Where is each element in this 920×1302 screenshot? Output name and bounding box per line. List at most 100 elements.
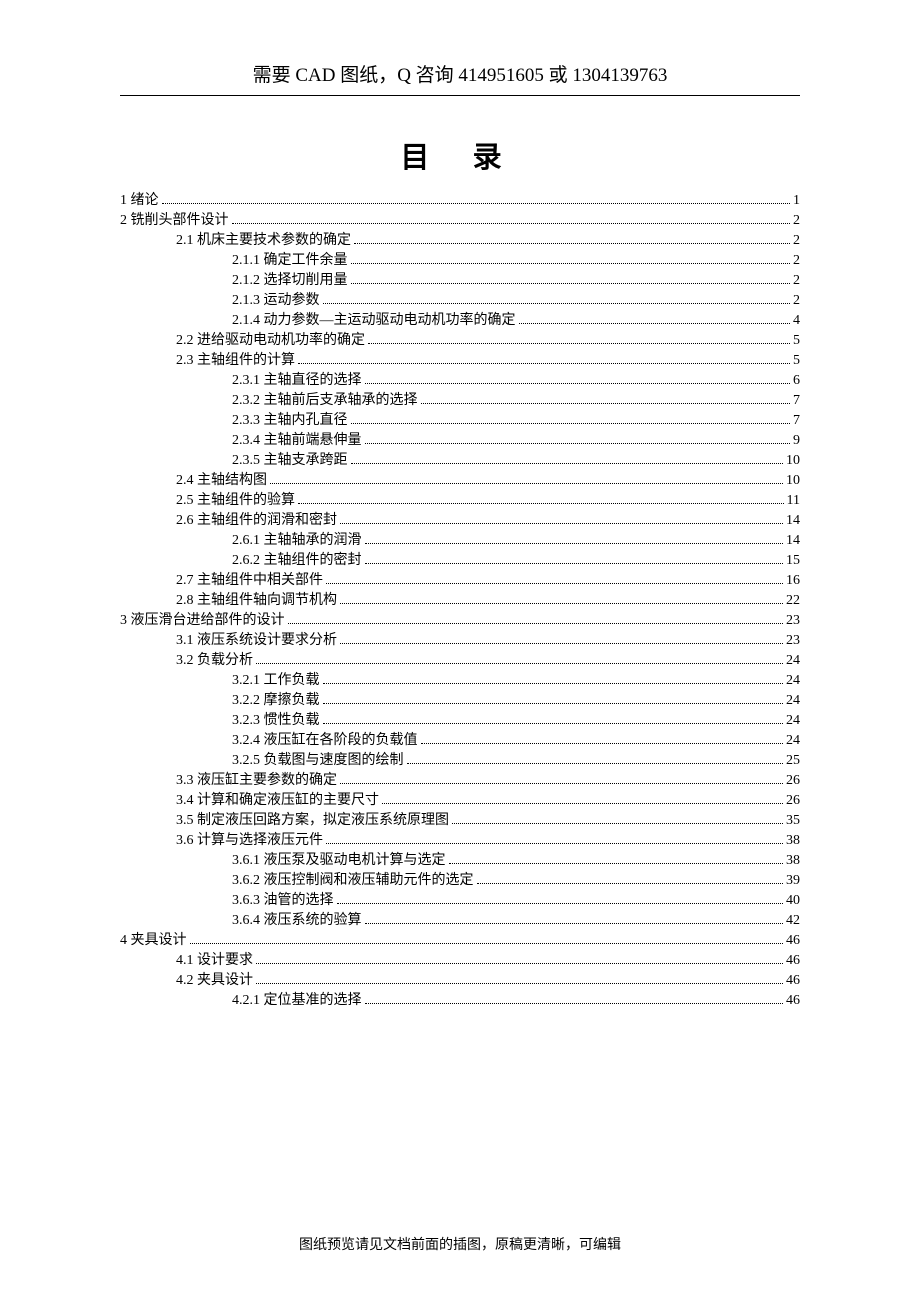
toc-leader-dots [256, 983, 783, 984]
toc-leader-dots [354, 243, 790, 244]
toc-entry-text: 2.7 主轴组件中相关部件 [176, 574, 323, 588]
toc-entry: 2.6 主轴组件的润滑和密封14 [120, 514, 800, 528]
toc-leader-dots [340, 783, 783, 784]
toc-entry: 2.1.3 运动参数 2 [120, 294, 800, 308]
toc-entry-text: 3 液压滑台进给部件的设计 [120, 614, 285, 628]
toc-entry: 3.4 计算和确定液压缸的主要尺寸26 [120, 794, 800, 808]
toc-entry-page: 10 [786, 474, 800, 488]
toc-entry-page: 14 [786, 514, 800, 528]
toc-entry-page: 24 [786, 694, 800, 708]
toc-leader-dots [190, 943, 784, 944]
toc-entry-text: 2.1 机床主要技术参数的确定 [176, 234, 351, 248]
toc-entry-page: 46 [786, 934, 800, 948]
toc-entry: 2.1.4 动力参数—主运动驱动电动机功率的确定4 [120, 314, 800, 328]
toc-entry-text: 2.6.1 主轴轴承的润滑 [232, 534, 362, 548]
toc-leader-dots [270, 483, 783, 484]
toc-entry-page: 24 [786, 654, 800, 668]
toc-leader-dots [351, 463, 784, 464]
toc-entry: 2.1.2 选择切削用量 2 [120, 274, 800, 288]
toc-leader-dots [326, 843, 783, 844]
toc-entry-text: 4 夹具设计 [120, 934, 187, 948]
toc-entry-page: 2 [793, 274, 800, 288]
toc-leader-dots [452, 823, 783, 824]
toc-leader-dots [519, 323, 791, 324]
toc-entry-text: 2.3.2 主轴前后支承轴承的选择 [232, 394, 418, 408]
page-header: 需要 CAD 图纸，Q 咨询 414951605 或 1304139763 [120, 60, 800, 96]
toc-entry-text: 3.6.4 液压系统的验算 [232, 914, 362, 928]
toc-entry: 2 铣削头部件设计2 [120, 214, 800, 228]
toc-entry: 3.6.3 油管的选择 40 [120, 894, 800, 908]
toc-entry-page: 46 [786, 974, 800, 988]
toc-entry-page: 42 [786, 914, 800, 928]
toc-entry: 4.2.1 定位基准的选择46 [120, 994, 800, 1008]
toc-entry-page: 1 [793, 194, 800, 208]
toc-entry-page: 5 [793, 334, 800, 348]
toc-leader-dots [421, 743, 784, 744]
toc-entry-page: 10 [786, 454, 800, 468]
toc-leader-dots [288, 623, 784, 624]
toc-entry-text: 2.1.1 确定工件余量 [232, 254, 348, 268]
toc-entry-page: 2 [793, 214, 800, 228]
toc-entry: 2.1 机床主要技术参数的确定2 [120, 234, 800, 248]
toc-entry-text: 4.2.1 定位基准的选择 [232, 994, 362, 1008]
toc-entry-page: 5 [793, 354, 800, 368]
toc-entry-page: 23 [786, 614, 800, 628]
toc-entry-text: 2.1.2 选择切削用量 [232, 274, 348, 288]
toc-entry-page: 9 [793, 434, 800, 448]
toc-entry: 3.6.4 液压系统的验算 42 [120, 914, 800, 928]
toc-entry: 2.3.4 主轴前端悬伸量 9 [120, 434, 800, 448]
toc-entry-text: 2.3.1 主轴直径的选择 [232, 374, 362, 388]
toc-entry: 2.8 主轴组件轴向调节机构22 [120, 594, 800, 608]
toc-leader-dots [365, 1003, 784, 1004]
toc-entry: 2.3 主轴组件的计算5 [120, 354, 800, 368]
toc-entry: 3.2.3 惯性负载24 [120, 714, 800, 728]
toc-entry: 2.3.1 主轴直径的选择 6 [120, 374, 800, 388]
toc-leader-dots [298, 503, 784, 504]
toc-entry-text: 3.1 液压系统设计要求分析 [176, 634, 337, 648]
toc-leader-dots [256, 963, 783, 964]
toc-entry-page: 46 [786, 954, 800, 968]
toc-entry: 3 液压滑台进给部件的设计 23 [120, 614, 800, 628]
toc-title: 目 录 [120, 134, 800, 176]
toc-entry-text: 3.6.3 油管的选择 [232, 894, 334, 908]
toc-leader-dots [162, 203, 791, 204]
toc-entry-page: 2 [793, 294, 800, 308]
toc-entry: 2.3.2 主轴前后支承轴承的选择7 [120, 394, 800, 408]
toc-entry: 2.3.5 主轴支承跨距10 [120, 454, 800, 468]
toc-leader-dots [368, 343, 790, 344]
toc-entry-page: 15 [786, 554, 800, 568]
toc-entry-page: 14 [786, 534, 800, 548]
toc-entry-page: 2 [793, 254, 800, 268]
toc-entry-text: 3.6.2 液压控制阀和液压辅助元件的选定 [232, 874, 474, 888]
toc-entry-text: 2.4 主轴结构图 [176, 474, 267, 488]
page-footer: 图纸预览请见文档前面的插图，原稿更清晰，可编辑 [0, 1234, 920, 1254]
toc-leader-dots [256, 663, 783, 664]
toc-entry-page: 26 [786, 774, 800, 788]
toc-entry: 2.6.2 主轴组件的密封15 [120, 554, 800, 568]
toc-entry-text: 3.2.5 负载图与速度图的绘制 [232, 754, 404, 768]
toc-entry-page: 40 [786, 894, 800, 908]
toc-entry-page: 24 [786, 734, 800, 748]
toc-entry-text: 2.1.3 运动参数 [232, 294, 320, 308]
toc-entry-page: 6 [793, 374, 800, 388]
toc-leader-dots [351, 423, 791, 424]
toc-entry-text: 2.3.4 主轴前端悬伸量 [232, 434, 362, 448]
toc-entry-text: 3.6.1 液压泵及驱动电机计算与选定 [232, 854, 446, 868]
toc-entry: 3.5 制定液压回路方案，拟定液压系统原理图35 [120, 814, 800, 828]
toc-entry-page: 38 [786, 854, 800, 868]
toc-entry: 2.4 主轴结构图 10 [120, 474, 800, 488]
toc-entry: 2.2 进给驱动电动机功率的确定5 [120, 334, 800, 348]
toc-leader-dots [365, 443, 791, 444]
toc-entry: 4.1 设计要求46 [120, 954, 800, 968]
toc-entry: 2.5 主轴组件的验算11 [120, 494, 800, 508]
toc-entry-text: 3.2.4 液压缸在各阶段的负载值 [232, 734, 418, 748]
toc-entry: 3.2 负载分析24 [120, 654, 800, 668]
toc-entry: 3.2.4 液压缸在各阶段的负载值 24 [120, 734, 800, 748]
toc-leader-dots [421, 403, 791, 404]
toc-entry-text: 2.8 主轴组件轴向调节机构 [176, 594, 337, 608]
toc-leader-dots [298, 363, 790, 364]
toc-entry-page: 39 [786, 874, 800, 888]
toc-entry-text: 3.3 液压缸主要参数的确定 [176, 774, 337, 788]
toc-entry: 4 夹具设计 46 [120, 934, 800, 948]
toc-entry-text: 3.5 制定液压回路方案，拟定液压系统原理图 [176, 814, 449, 828]
